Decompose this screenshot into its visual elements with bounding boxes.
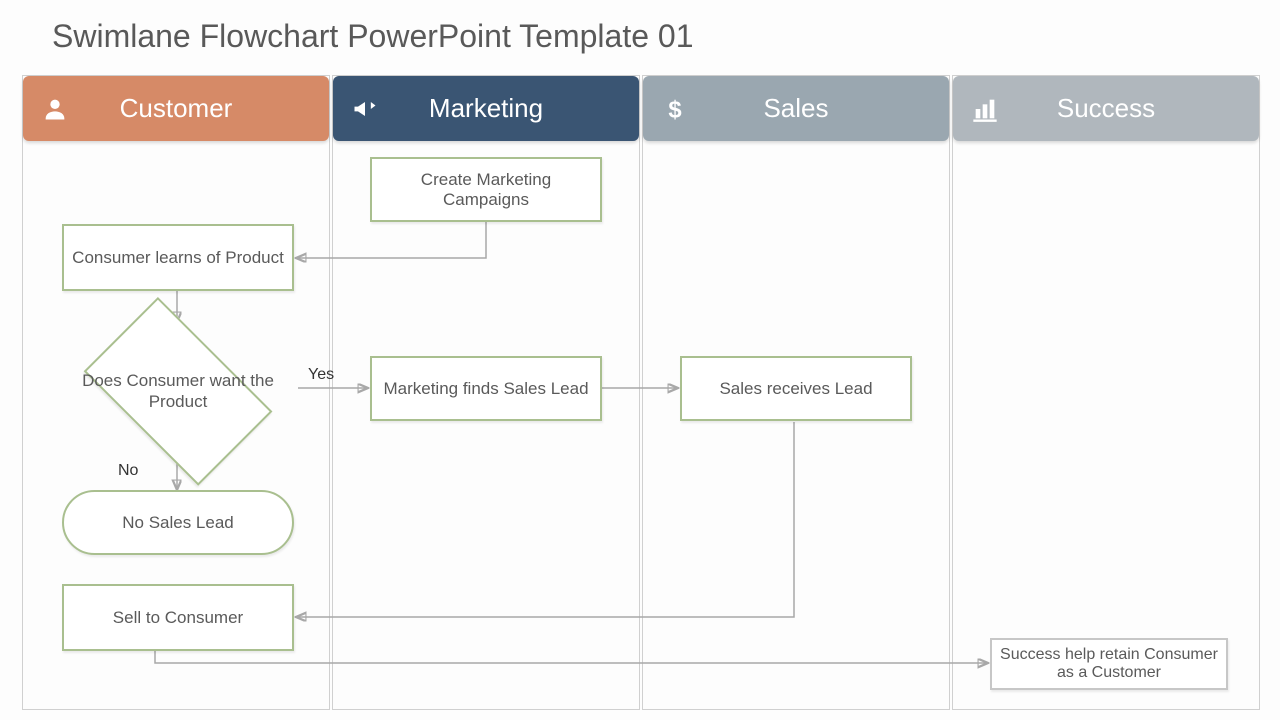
lane-header-marketing: Marketing bbox=[333, 76, 639, 141]
lane-header-customer: Customer bbox=[23, 76, 329, 141]
page-title: Swimlane Flowchart PowerPoint Template 0… bbox=[52, 18, 693, 55]
svg-text:$: $ bbox=[668, 96, 681, 121]
node-success-retain-customer: Success help retain Consumer as a Custom… bbox=[990, 638, 1228, 690]
lane-header-sales: $ Sales bbox=[643, 76, 949, 141]
node-create-marketing-campaigns: Create Marketing Campaigns bbox=[370, 157, 602, 222]
node-no-sales-lead: No Sales Lead bbox=[62, 490, 294, 555]
lane-header-success: Success bbox=[953, 76, 1259, 141]
node-does-consumer-want-product: Does Consumer want the Product bbox=[62, 316, 294, 466]
edge-label-no: No bbox=[118, 462, 138, 480]
node-sell-to-consumer: Sell to Consumer bbox=[62, 584, 294, 651]
node-marketing-finds-lead: Marketing finds Sales Lead bbox=[370, 356, 602, 421]
node-consumer-learns-product: Consumer learns of Product bbox=[62, 224, 294, 291]
node-sales-receives-lead: Sales receives Lead bbox=[680, 356, 912, 421]
person-icon bbox=[39, 93, 71, 125]
node-decision-label: Does Consumer want the Product bbox=[62, 370, 294, 413]
dollar-icon: $ bbox=[659, 93, 691, 125]
lane-success: Success bbox=[952, 75, 1260, 710]
megaphone-icon bbox=[349, 93, 381, 125]
bar-chart-icon bbox=[969, 93, 1001, 125]
edge-label-yes: Yes bbox=[308, 366, 334, 384]
